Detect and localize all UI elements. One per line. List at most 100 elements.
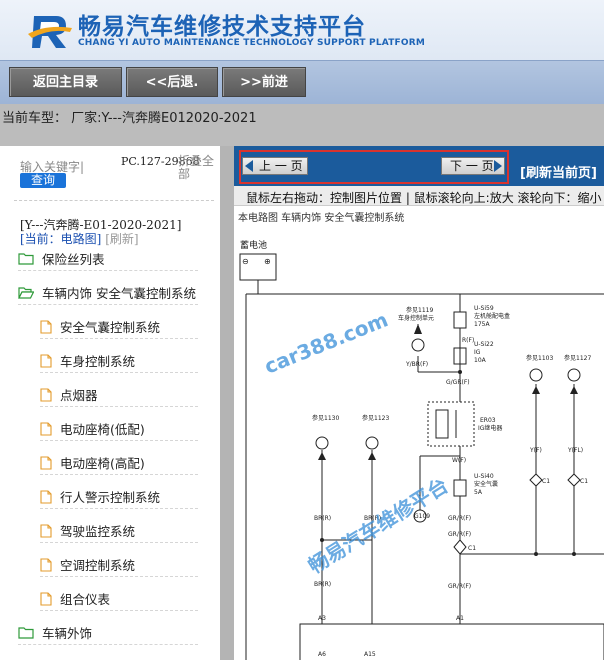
battery-minus: ⊖ — [242, 257, 249, 266]
document-icon — [40, 455, 56, 470]
refresh-tree-link[interactable]: [刷新] — [105, 232, 138, 246]
fuse1-desc: 车身控制单元 — [398, 314, 434, 322]
tree-item-label: 保险丝列表 — [42, 252, 105, 267]
tree-item[interactable]: 行人警示控制系统 — [40, 485, 198, 509]
fuse1-sub: 左机舱配电盒 — [474, 312, 510, 320]
next-page-button[interactable]: 下 一 页 — [441, 157, 505, 175]
wire-label: G/GR(F) — [446, 379, 470, 386]
tree-item[interactable]: 车辆外饰 — [18, 621, 198, 645]
diagram-viewer: 上 一 页 下 一 页 [刷新当前页] 鼠标左右拖动：控制图片位置 | 鼠标滚轮… — [234, 146, 604, 660]
tree-item-label: 安全气囊控制系统 — [60, 320, 161, 335]
wire-label: Y(F) — [529, 447, 542, 454]
fuse1-name: U-Si59 — [474, 305, 494, 312]
tree-item-label: 组合仪表 — [60, 592, 111, 607]
tree-item[interactable]: 车身控制系统 — [40, 349, 198, 373]
fuse1-ref: 参见1119 — [406, 306, 433, 314]
tree-item[interactable]: 车辆内饰 安全气囊控制系统 — [18, 281, 198, 305]
ref-label: 参见1123 — [362, 414, 389, 422]
tree-item[interactable]: 点烟器 — [40, 383, 198, 407]
watermark-text: car388.com — [261, 307, 391, 378]
wire-label: Y/BR(F) — [405, 361, 428, 368]
ref-label: 参见1127 — [564, 354, 591, 362]
brand-logo-icon — [28, 16, 72, 48]
toolbar: 返回主目录 <<后退. >>前进 — [0, 60, 604, 104]
breadcrumb-current-label: [当前：电路图] — [20, 232, 102, 246]
header: 畅易汽车维修技术支持平台 CHANG YI AUTO MAINTENANCE T… — [0, 0, 604, 60]
tree-item[interactable]: 电动座椅(低配) — [40, 417, 198, 441]
connector-label: C1 — [542, 478, 550, 485]
watermark-text: 畅易汽车维修平台 — [304, 473, 452, 578]
tree-item-label: 电动座椅(高配) — [60, 456, 145, 471]
fuse1-rating: 175A — [474, 321, 490, 328]
tree-item[interactable]: 保险丝列表 — [18, 247, 198, 271]
wire-label: Y(FL) — [567, 447, 583, 454]
panel-splitter[interactable] — [220, 146, 234, 660]
fuse2-sub: IG — [474, 349, 481, 356]
wire-label: GR/R(F) — [448, 515, 471, 522]
prev-page-button[interactable]: 上 一 页 — [242, 157, 308, 175]
document-icon — [40, 591, 56, 606]
wire-label: GR/R(F) — [448, 583, 471, 590]
fuse3-name: U-Si40 — [474, 473, 494, 480]
document-icon — [40, 319, 56, 334]
battery-plus: ⊕ — [264, 257, 271, 266]
tree-item[interactable]: 组合仪表 — [40, 587, 198, 611]
connector-label: C1 — [468, 545, 476, 552]
ref-label: 参见1130 — [312, 414, 339, 422]
back-button[interactable]: <<后退. — [126, 67, 218, 97]
tree-item-label: 点烟器 — [60, 388, 98, 403]
wire-label: BR(R) — [314, 581, 331, 588]
wire-label: R(F) — [462, 337, 474, 344]
tree-item[interactable]: 空调控制系统 — [40, 553, 198, 577]
tree-item-label: 驾驶监控系统 — [60, 524, 136, 539]
wire-label: BR(R) — [314, 515, 331, 522]
document-icon — [40, 489, 56, 504]
forward-button[interactable]: >>前进 — [222, 67, 306, 97]
tree-item-label: 车辆内饰 安全气囊控制系统 — [42, 286, 196, 301]
arrow-right-icon — [494, 160, 502, 172]
relay-name: ER03 — [480, 417, 496, 424]
tree-item-label: 车身控制系统 — [60, 354, 136, 369]
pin-label: A3 — [318, 615, 326, 622]
refresh-page-button[interactable]: [刷新当前页] — [520, 162, 597, 181]
collapse-all-link[interactable]: 折叠全部 — [178, 155, 218, 181]
divider — [14, 200, 214, 201]
document-icon — [40, 387, 56, 402]
relay-sub: IG继电器 — [478, 424, 502, 432]
tree-item[interactable]: 安全气囊控制系统 — [40, 315, 198, 339]
document-icon — [40, 421, 56, 436]
next-page-label: 下 一 页 — [450, 159, 494, 173]
connector-label: C1 — [580, 478, 588, 485]
pin-label: A1 — [456, 615, 464, 622]
current-model-text: 当前车型： 厂家:Y---汽奔腾E012020-2021 — [2, 111, 257, 126]
document-icon — [40, 523, 56, 538]
fuse3-sub: 安全气囊 — [474, 480, 498, 488]
tree-item[interactable]: 电动座椅(高配) — [40, 451, 198, 475]
diagram-title: 本电路图 车辆内饰 安全气囊控制系统 — [238, 213, 405, 224]
wiring-diagram[interactable]: 蓄电池 ⊖ ⊕ 参见1119 车身控制单元 U-Si59 左机舱配电盒 175A… — [234, 224, 604, 660]
search-button[interactable]: 查询 — [20, 173, 66, 188]
tree-item-label: 车辆外饰 — [42, 626, 93, 641]
brand-subtitle: CHANG YI AUTO MAINTENANCE TECHNOLOGY SUP… — [78, 38, 426, 48]
breadcrumb-current: [当前：电路图] [刷新] — [20, 230, 139, 247]
fuse2-rating: 10A — [474, 357, 487, 364]
hint-bar: 鼠标左右拖动：控制图片位置 | 鼠标滚轮向上:放大 滚轮向下：缩小 — [234, 186, 604, 206]
folder-open-icon — [18, 286, 38, 299]
home-button[interactable]: 返回主目录 — [9, 67, 122, 97]
folder-icon — [18, 626, 38, 639]
left-panel: 输入关键字| 查询 PC.127-29868 折叠全部 [Y---汽奔腾-E01… — [0, 146, 220, 660]
document-icon — [40, 353, 56, 368]
page-nav-bar: 上 一 页 下 一 页 [刷新当前页] — [234, 146, 604, 186]
tree-item[interactable]: 驾驶监控系统 — [40, 519, 198, 543]
arrow-left-icon — [245, 160, 253, 172]
hint-text: 鼠标左右拖动：控制图片位置 | 鼠标滚轮向上:放大 滚轮向下：缩小 — [246, 191, 602, 205]
page: 畅易汽车维修技术支持平台 CHANG YI AUTO MAINTENANCE T… — [0, 0, 604, 660]
brand-title: 畅易汽车维修技术支持平台 — [78, 14, 366, 40]
fuse3-rating: 5A — [474, 489, 483, 496]
prev-page-label: 上 一 页 — [259, 159, 303, 173]
fuse2-name: U-Si22 — [474, 341, 494, 348]
tree-item-label: 电动座椅(低配) — [60, 422, 145, 437]
wire-label: W(F) — [452, 457, 466, 464]
battery-label: 蓄电池 — [240, 239, 267, 251]
tree-item-label: 行人警示控制系统 — [60, 490, 161, 505]
